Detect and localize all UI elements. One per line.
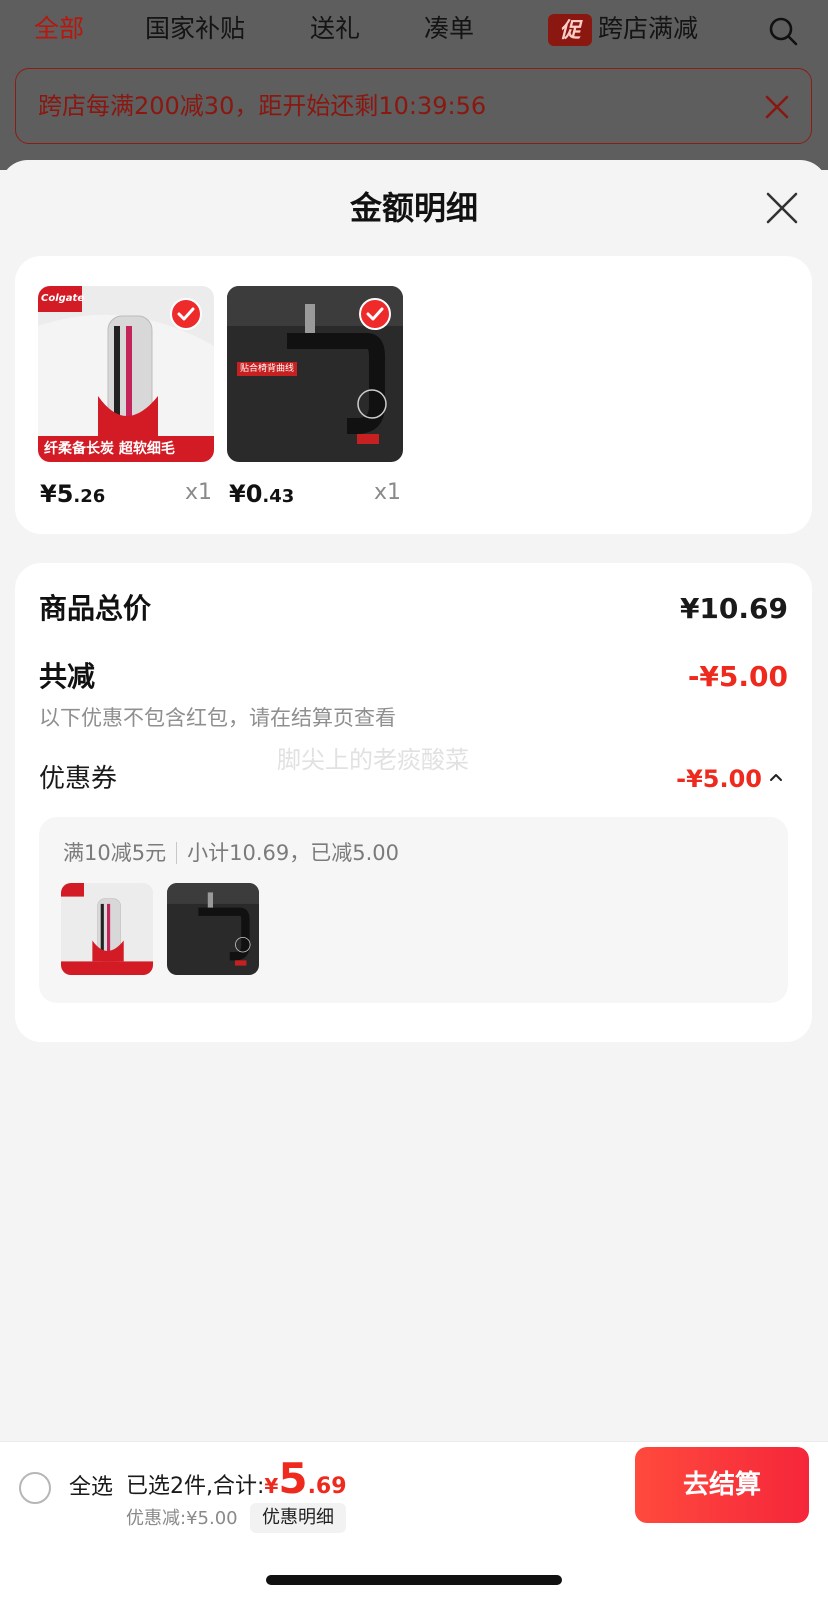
coupon-detail-box: 满10减5元 小计10.69，已减5.00 [39,817,788,1003]
tab-gift[interactable]: 送礼 [310,12,360,46]
sheet-title: 金额明细 [349,189,478,227]
tab-all[interactable]: 全部 [34,12,84,46]
coupon-product-thumbnail [61,883,153,975]
checkout-button[interactable]: 去结算 [635,1447,809,1523]
brand-logo: Colgate [41,293,85,304]
selected-check-icon[interactable] [170,298,202,330]
product-thumbnail-toothbrush[interactable]: 纤柔备长炭 超软细毛 Colgate [38,286,214,462]
total-currency: ¥ [264,1474,279,1498]
promo-badge: 促 [548,14,592,46]
home-indicator [266,1575,562,1585]
top-tab-bar: 全部 国家补贴 送礼 凑单 促 跨店满减 [0,0,828,62]
product-quantity: x1 [184,480,212,505]
summary-prefix: 已选2件,合计: [126,1474,265,1499]
tab-cross-store-discount[interactable]: 跨店满减 [598,12,698,46]
coupon-product-thumbnail [167,883,259,975]
watermark-text: 脚尖上的老痰酸菜 [277,746,469,774]
total-amount-decimal: .69 [307,1474,347,1499]
tab-bundle[interactable]: 凑单 [424,12,474,46]
product-image-caption: 贴合椅背曲线 [237,362,298,376]
coupon-label[interactable]: 优惠券 [39,759,117,799]
select-all-radio[interactable] [19,1472,51,1504]
coupon-description: 满10减5元 小计10.69，已减5.00 [63,837,399,869]
product-price: ¥0.43 [229,480,295,508]
checkout-bar: 全选 已选2件,合计:¥5.69 优惠减:¥5.00 优惠明细 去结算 [0,1441,828,1597]
product-image-caption: 纤柔备长炭 超软细毛 [44,441,175,457]
selected-products-card: 纤柔备长炭 超软细毛 Colgate ¥5.26 x1 贴合椅背曲线 ¥0.43… [15,256,812,534]
selection-summary: 已选2件,合计:¥5.69 [126,1456,347,1510]
product-price: ¥5.26 [40,480,106,508]
product-quantity: x1 [373,480,401,505]
coupon-rule: 满10减5元 [63,841,167,865]
coupon-value[interactable]: -¥5.00 [676,760,762,798]
search-icon[interactable] [768,16,798,46]
tab-national-subsidy[interactable]: 国家补贴 [145,12,245,46]
promo-banner-text: 跨店每满200减30，距开始还剩10:39:56 [38,92,487,120]
discount-note: 以下优惠不包含红包，请在结算页查看 [39,706,396,730]
total-amount-integer: 5 [278,1454,308,1503]
close-icon[interactable] [763,93,791,121]
total-price-label: 商品总价 [39,592,152,625]
select-all-label[interactable]: 全选 [69,1472,113,1504]
saved-amount: 优惠减:¥5.00 [126,1508,238,1529]
selected-check-icon[interactable] [359,298,391,330]
promo-banner: 跨店每满200减30，距开始还剩10:39:56 [15,68,812,144]
total-price-value: ¥10.69 [679,592,788,625]
chevron-up-icon[interactable] [768,769,784,785]
discount-label: 共减 [39,660,96,693]
discount-value: -¥5.00 [687,660,788,693]
product-thumbnail-seat-hook[interactable]: 贴合椅背曲线 [227,286,403,462]
amount-detail-sheet: 金额明细 纤柔备长炭 超软细毛 Colgate ¥5.26 x1 贴合椅背曲线 … [0,160,828,1597]
close-icon[interactable] [762,188,802,228]
price-detail-card: 商品总价 ¥10.69 共减 -¥5.00 以下优惠不包含红包，请在结算页查看 … [15,563,812,1042]
discount-detail-button[interactable]: 优惠明细 [250,1503,346,1533]
coupon-subtotal: 小计10.69，已减5.00 [187,841,399,865]
